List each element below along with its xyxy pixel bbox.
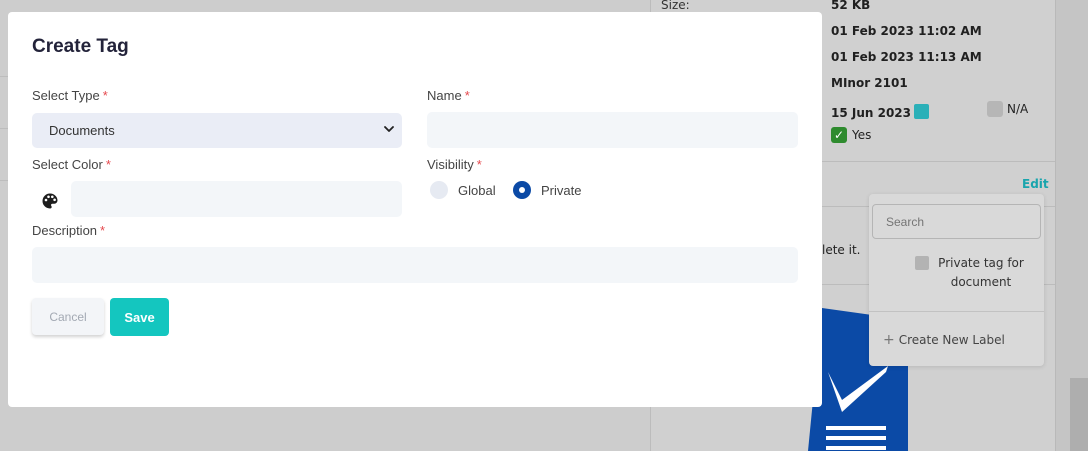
visibility-label-text: Visibility <box>427 157 474 172</box>
select-type-label: Select Type * <box>32 88 108 103</box>
created-date: 01 Feb 2023 11:02 AM <box>831 24 982 38</box>
palette-icon[interactable] <box>41 192 59 210</box>
create-tag-modal: Create Tag Select Type * Documents Name * … <box>8 12 822 407</box>
private-tag-label: Private tag for document <box>938 256 1024 289</box>
delete-hint-text: lete it. <box>822 243 861 257</box>
background-scroll-area <box>1055 0 1088 451</box>
description-label: Description * <box>32 223 105 238</box>
select-type-label-text: Select Type <box>32 88 100 103</box>
name-label-text: Name <box>427 88 462 103</box>
modal-title: Create Tag <box>32 36 129 57</box>
required-mark: * <box>100 223 106 238</box>
chevron-down-icon <box>384 126 394 132</box>
name-input[interactable] <box>427 112 798 148</box>
description-label-text: Description <box>32 223 98 238</box>
na-label: N/A <box>1007 102 1029 116</box>
version-value: MInor 2101 <box>831 76 908 90</box>
visibility-global-label: Global <box>458 183 496 198</box>
visibility-private-radio[interactable] <box>513 181 531 199</box>
expiry-date: 15 Jun 2023 <box>831 104 930 120</box>
select-color-label: Select Color * <box>32 157 111 172</box>
required-mark: * <box>464 88 470 103</box>
size-label: Size: <box>661 0 690 12</box>
plus-icon: + <box>883 332 895 348</box>
required-mark: * <box>105 157 111 172</box>
visibility-label: Visibility * <box>427 157 482 172</box>
color-input[interactable] <box>71 181 402 217</box>
background-scrollbar[interactable] <box>1070 378 1088 451</box>
create-new-label-button[interactable]: + Create New Label <box>883 332 1005 348</box>
yes-label: Yes <box>852 128 872 142</box>
label-dropdown-divider <box>869 311 1044 312</box>
label-dropdown: Private tag for document +Create New Lab… <box>869 194 1044 366</box>
modified-date: 01 Feb 2023 11:13 AM <box>831 50 982 64</box>
description-input[interactable] <box>32 247 798 283</box>
cancel-button[interactable]: Cancel <box>32 298 104 335</box>
private-tag-checkbox[interactable] <box>915 256 929 270</box>
required-mark: * <box>476 157 482 172</box>
size-value: 52 KB <box>831 0 871 12</box>
na-checkbox[interactable] <box>987 101 1003 117</box>
visibility-global-radio[interactable] <box>430 181 448 199</box>
expiry-date-text: 15 Jun 2023 <box>831 106 912 120</box>
edit-link[interactable]: Edit <box>1022 177 1049 191</box>
visibility-private-label: Private <box>541 183 582 198</box>
required-mark: * <box>102 88 108 103</box>
name-label: Name * <box>427 88 470 103</box>
select-type-value: Documents <box>49 123 115 138</box>
select-type-dropdown[interactable]: Documents <box>32 113 402 148</box>
save-button[interactable]: Save <box>110 298 169 336</box>
calendar-icon[interactable] <box>914 104 930 119</box>
label-search-input[interactable] <box>872 204 1041 239</box>
create-new-label-text: Create New Label <box>898 333 1005 347</box>
yes-checkbox[interactable]: ✓ <box>831 127 847 143</box>
select-color-label-text: Select Color <box>32 157 103 172</box>
